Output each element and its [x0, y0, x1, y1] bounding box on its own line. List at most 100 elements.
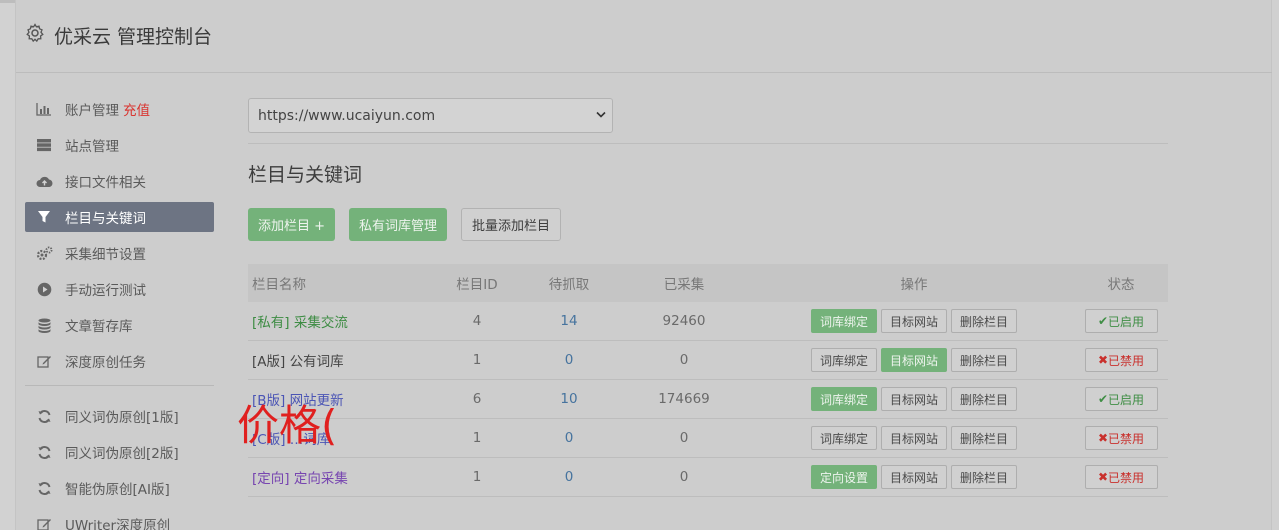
status-toggle[interactable]: ✔ 已启用: [1084, 387, 1158, 411]
status-toggle[interactable]: ✔ 已启用: [1084, 309, 1158, 333]
column-id: 1: [472, 430, 482, 446]
sidebar-item-label: 账户管理: [65, 103, 119, 119]
table-row: [C版] …词库 1 0 0 词库绑定 目标网站 删除栏目 ✖ 已禁用: [248, 419, 1168, 458]
target-site-button[interactable]: 目标网站: [880, 426, 947, 450]
refresh-icon: [35, 444, 53, 460]
wait-count[interactable]: 10: [524, 391, 614, 407]
status-label: 已禁用: [1108, 353, 1145, 368]
price-overlay-text: 价格(: [237, 401, 338, 450]
sidebar-item-synonym-v1[interactable]: 同义词伪原创[1版]: [25, 401, 214, 431]
sidebar-item-label: 同义词伪原创[1版]: [65, 410, 179, 426]
column-name: 定向采集: [293, 471, 348, 487]
toolbar: 添加栏目 + 私有词库管理 批量添加栏目: [248, 208, 575, 241]
column-id: 4: [472, 313, 482, 329]
sidebar-item-label: UWriter深度原创: [65, 518, 171, 530]
sidebar-item-collect-settings[interactable]: 采集细节设置: [25, 238, 214, 268]
status-label: 已启用: [1108, 392, 1145, 407]
console-frame: 优采云 管理控制台 账户管理 充值 站点管理 接口文件相关 栏目与关键词 采集细…: [15, 0, 1273, 530]
delete-column-button[interactable]: 删除栏目: [951, 309, 1018, 333]
wait-count[interactable]: 0: [524, 430, 614, 446]
filter-icon: [35, 209, 53, 225]
column-tag: [A版]: [252, 354, 286, 370]
column-name-link[interactable]: [A版] 公有词库: [248, 350, 430, 370]
sidebar-item-deep-original[interactable]: 深度原创任务: [25, 346, 214, 376]
status-toggle[interactable]: ✖ 已禁用: [1084, 348, 1158, 372]
header-status: 状态: [1107, 277, 1135, 293]
bind-library-button[interactable]: 词库绑定: [810, 426, 877, 450]
private-library-button[interactable]: 私有词库管理: [349, 208, 448, 241]
bind-library-button[interactable]: 词库绑定: [810, 387, 877, 411]
sidebar-item-label: 采集细节设置: [65, 247, 146, 263]
table-row: [A版] 公有词库 1 0 0 词库绑定 目标网站 删除栏目 ✖ 已禁用: [248, 341, 1168, 380]
wait-count[interactable]: 0: [524, 352, 614, 368]
add-column-button[interactable]: 添加栏目 +: [248, 208, 336, 241]
server-icon: [35, 137, 53, 153]
column-name: 采集交流: [293, 315, 348, 331]
header-ops: 操作: [900, 277, 928, 293]
sidebar-item-interface[interactable]: 接口文件相关: [25, 166, 214, 196]
status-cell: ✔ 已启用: [1074, 387, 1168, 411]
sidebar-item-label: 栏目与关键词: [65, 211, 146, 227]
target-site-button[interactable]: 目标网站: [880, 348, 947, 372]
column-tag: [私有]: [252, 315, 290, 331]
wait-count[interactable]: 14: [524, 313, 614, 329]
column-name: 公有词库: [289, 354, 344, 370]
table-row: [B版] 网站更新 6 10 174669 词库绑定 目标网站 删除栏目 ✔ 已启…: [248, 380, 1168, 419]
delete-column-button[interactable]: 删除栏目: [951, 465, 1018, 489]
status-label: 已禁用: [1108, 431, 1145, 446]
status-cell: ✖ 已禁用: [1074, 348, 1168, 372]
sidebar-item-article-store[interactable]: 文章暂存库: [25, 310, 214, 340]
status-label: 已禁用: [1108, 470, 1145, 485]
header-wait: 待抓取: [548, 277, 590, 293]
check-icon: ✔: [1097, 392, 1109, 406]
target-site-button[interactable]: 目标网站: [880, 465, 947, 489]
header-name: 栏目名称: [252, 277, 306, 293]
check-icon: ✔: [1097, 314, 1109, 328]
sidebar-item-manual-run[interactable]: 手动运行测试: [25, 274, 214, 304]
site-select[interactable]: https://www.ucaiyun.com: [248, 98, 613, 133]
wait-count[interactable]: 0: [524, 469, 614, 485]
status-cell: ✖ 已禁用: [1074, 465, 1168, 489]
sidebar-item-columns[interactable]: 栏目与关键词: [25, 202, 214, 232]
bind-library-button[interactable]: 词库绑定: [810, 348, 877, 372]
sidebar-item-ai-rewrite[interactable]: 智能伪原创[AI版]: [25, 473, 214, 503]
status-toggle[interactable]: ✖ 已禁用: [1084, 426, 1158, 450]
page-title: 优采云 管理控制台: [54, 26, 213, 48]
batch-add-column-button[interactable]: 批量添加栏目: [461, 208, 562, 241]
sidebar-item-synonym-v2[interactable]: 同义词伪原创[2版]: [25, 437, 214, 467]
status-cell: ✔ 已启用: [1074, 309, 1168, 333]
done-count: 174669: [658, 391, 710, 407]
target-site-button[interactable]: 目标网站: [880, 387, 947, 411]
play-circle-icon: [35, 281, 53, 297]
column-tag: [定向]: [252, 471, 290, 487]
edit-icon: [35, 516, 53, 530]
table-header: 栏目名称 栏目ID 待抓取 已采集 操作 状态: [248, 264, 1168, 302]
column-id: 1: [472, 352, 482, 368]
sidebar-item-sites[interactable]: 站点管理: [25, 130, 214, 160]
row-actions: 词库绑定 目标网站 删除栏目: [754, 426, 1074, 450]
site-select-value: https://www.ucaiyun.com: [258, 107, 436, 124]
sidebar-item-label: 智能伪原创[AI版]: [65, 482, 170, 498]
column-id: 6: [472, 391, 482, 407]
cloud-upload-icon: [35, 173, 53, 189]
sidebar-item-account[interactable]: 账户管理 充值: [25, 94, 214, 124]
status-toggle[interactable]: ✖ 已禁用: [1084, 465, 1158, 489]
delete-column-button[interactable]: 删除栏目: [951, 348, 1018, 372]
delete-column-button[interactable]: 删除栏目: [951, 426, 1018, 450]
sidebar-item-uwriter[interactable]: UWriter深度原创: [25, 509, 214, 530]
column-name-link[interactable]: [定向] 定向采集: [248, 467, 430, 487]
table-row: [定向] 定向采集 1 0 0 定向设置 目标网站 删除栏目 ✖ 已禁用: [248, 458, 1168, 497]
target-site-button[interactable]: 目标网站: [880, 309, 947, 333]
status-cell: ✖ 已禁用: [1074, 426, 1168, 450]
sidebar: 账户管理 充值 站点管理 接口文件相关 栏目与关键词 采集细节设置 手动运行测试…: [25, 94, 214, 530]
sidebar-divider: [25, 385, 214, 386]
recharge-link[interactable]: 充值: [123, 99, 150, 119]
column-id: 1: [472, 469, 482, 485]
bind-library-button[interactable]: 词库绑定: [810, 309, 877, 333]
cogs-icon: [35, 245, 53, 261]
header-id: 栏目ID: [456, 277, 498, 293]
delete-column-button[interactable]: 删除栏目: [951, 387, 1018, 411]
done-count: 0: [679, 352, 689, 368]
directed-settings-button[interactable]: 定向设置: [810, 465, 877, 489]
column-name-link[interactable]: [私有] 采集交流: [248, 311, 430, 331]
